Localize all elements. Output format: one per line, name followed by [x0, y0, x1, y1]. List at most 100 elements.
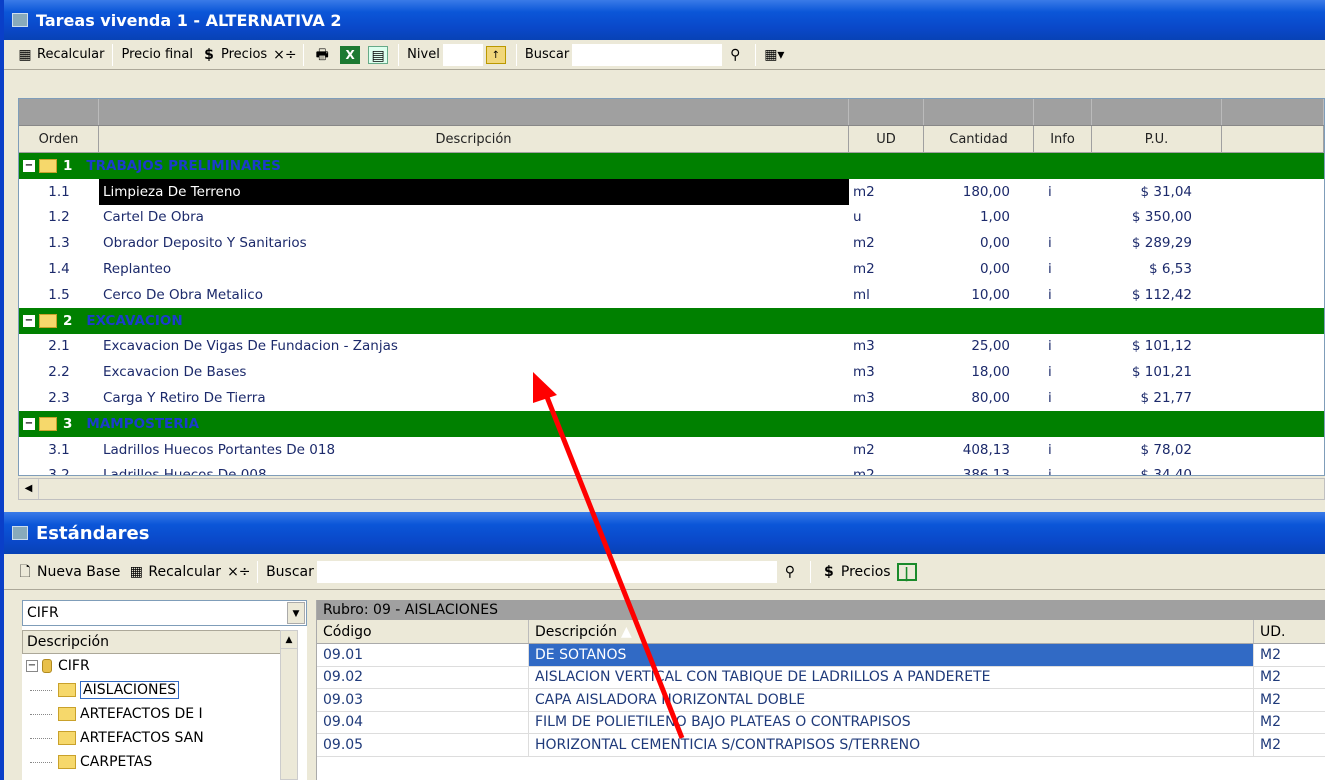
- tree-root[interactable]: − CIFR: [22, 654, 307, 678]
- info-cell[interactable]: [1034, 205, 1092, 231]
- tree-node[interactable]: AISLACIONES: [22, 678, 307, 702]
- precios-button[interactable]: $ Precios: [816, 560, 894, 584]
- buscar-input[interactable]: [316, 560, 777, 583]
- buscar-input[interactable]: [572, 43, 723, 66]
- orden-cell: 1.1: [48, 183, 70, 200]
- operations-button[interactable]: ×÷: [224, 560, 252, 584]
- collapse-icon[interactable]: −: [23, 159, 35, 172]
- table-row[interactable]: 09.04 FILM DE POLIETILENO BAJO PLATEAS O …: [317, 711, 1325, 734]
- export-button[interactable]: ▤: [365, 43, 393, 67]
- descripcion-cell[interactable]: Replanteo: [99, 256, 849, 282]
- excel-button[interactable]: X: [337, 43, 365, 67]
- vertical-scrollbar[interactable]: ▲: [280, 630, 298, 780]
- estandares-toolbar: 🗋 Nueva Base ▦ Recalcular ×÷ Buscar ⚲ $ …: [4, 554, 1325, 590]
- descripcion-cell[interactable]: Obrador Deposito Y Sanitarios: [99, 230, 849, 256]
- info-cell[interactable]: i: [1034, 256, 1092, 282]
- table-row[interactable]: 3.1 Ladrillos Huecos Portantes De 018 m2 40…: [19, 437, 1324, 463]
- tree-node[interactable]: ARTEFACTOS DE I: [22, 702, 307, 726]
- descripcion-cell[interactable]: FILM DE POLIETILENO BAJO PLATEAS O CONTR…: [529, 711, 1254, 733]
- find-button[interactable]: ⚲: [777, 560, 805, 584]
- col-cantidad[interactable]: Cantidad: [924, 126, 1034, 152]
- descripcion-cell[interactable]: HORIZONTAL CEMENTICIA S/CONTRAPISOS S/TE…: [529, 734, 1254, 756]
- descripcion-cell[interactable]: Cerco De Obra Metalico: [99, 282, 849, 308]
- nueva-base-button[interactable]: 🗋 Nueva Base: [12, 560, 123, 584]
- codigo-cell: 09.01: [317, 644, 529, 666]
- info-cell[interactable]: i: [1034, 359, 1092, 385]
- group-row[interactable]: − 1 TRABAJOS PRELIMINARES: [19, 153, 1324, 179]
- collapse-icon[interactable]: −: [23, 417, 35, 430]
- col-ud[interactable]: UD.: [1254, 620, 1325, 643]
- descripcion-cell[interactable]: CAPA AISLADORA HORIZONTAL DOBLE: [529, 689, 1254, 711]
- col-codigo[interactable]: Código: [317, 620, 529, 643]
- printer-icon: 🖶: [315, 46, 329, 63]
- precio-final-button[interactable]: Precio final: [118, 43, 196, 67]
- col-descripcion[interactable]: Descripción ▲: [529, 620, 1254, 643]
- level-up-button[interactable]: ↑: [483, 43, 511, 67]
- info-cell[interactable]: i: [1034, 463, 1092, 475]
- descripcion-cell[interactable]: Limpieza De Terreno: [99, 178, 849, 205]
- group-row[interactable]: − 3 MAMPOSTERIA: [19, 410, 1324, 437]
- ud-cell: m2: [853, 467, 875, 476]
- info-cell[interactable]: i: [1034, 385, 1092, 411]
- database-combo[interactable]: CIFR ▼: [22, 600, 307, 626]
- info-cell[interactable]: i: [1034, 437, 1092, 463]
- table-row[interactable]: 2.3 Carga Y Retiro De Tierra m3 80,00 i $ 21,…: [19, 385, 1324, 411]
- table-row[interactable]: 09.03 CAPA AISLADORA HORIZONTAL DOBLE M2: [317, 689, 1325, 712]
- chevron-down-icon[interactable]: ▼: [287, 602, 305, 624]
- estandares-titlebar[interactable]: Estándares: [4, 512, 1325, 554]
- col-pu[interactable]: P.U.: [1092, 126, 1222, 152]
- tree-line: [30, 713, 52, 715]
- pu-cell: $ 289,29: [1131, 235, 1192, 252]
- table-row[interactable]: 1.5 Cerco De Obra Metalico ml 10,00 i $ 112,4…: [19, 282, 1324, 308]
- print-button[interactable]: 🖶: [309, 43, 337, 67]
- precios-button[interactable]: $ Precios: [196, 43, 270, 67]
- info-cell[interactable]: i: [1034, 230, 1092, 256]
- collapse-icon[interactable]: −: [23, 314, 35, 327]
- descripcion-cell[interactable]: DE SOTANOS: [529, 644, 1254, 666]
- table-row[interactable]: 09.02 AISLACION VERTICAL CON TABIQUE DE L…: [317, 666, 1325, 689]
- columns-button[interactable]: ▦▾: [761, 43, 789, 67]
- collapse-icon[interactable]: −: [26, 660, 38, 672]
- tree-line: [30, 689, 52, 691]
- tree-header[interactable]: Descripción: [22, 630, 290, 654]
- descripcion-cell[interactable]: Ladrillos Huecos Portantes De 018: [99, 437, 849, 463]
- toggle-button[interactable]: |: [894, 560, 922, 584]
- table-row[interactable]: 1.2 Cartel De Obra u 1,00 $ 350,00: [19, 205, 1324, 231]
- col-orden[interactable]: Orden: [19, 126, 99, 152]
- scroll-left-icon[interactable]: ◀: [19, 479, 39, 499]
- table-row[interactable]: 1.1 Limpieza De Terreno m2 180,00 i $ 31,04: [19, 178, 1324, 205]
- descripcion-cell[interactable]: Carga Y Retiro De Tierra: [99, 385, 849, 411]
- col-info[interactable]: Info: [1034, 126, 1092, 152]
- recalcular-button[interactable]: ▦ Recalcular: [12, 43, 107, 67]
- descripcion-cell[interactable]: Cartel De Obra: [99, 205, 849, 231]
- descripcion-cell[interactable]: AISLACION VERTICAL CON TABIQUE DE LADRIL…: [529, 666, 1254, 688]
- recalcular-button[interactable]: ▦ Recalcular: [123, 560, 224, 584]
- tree-node[interactable]: ARTEFACTOS SAN: [22, 726, 307, 750]
- col-ud[interactable]: UD: [849, 126, 924, 152]
- info-cell[interactable]: i: [1034, 179, 1092, 205]
- scroll-up-icon[interactable]: ▲: [281, 631, 297, 649]
- horizontal-scrollbar[interactable]: ◀: [18, 478, 1325, 500]
- table-row[interactable]: 1.4 Replanteo m2 0,00 i $ 6,53: [19, 256, 1324, 282]
- filler-cell: [1222, 463, 1324, 475]
- descripcion-cell[interactable]: Excavacion De Bases: [99, 359, 849, 385]
- table-row[interactable]: 09.05 HORIZONTAL CEMENTICIA S/CONTRAPISOS…: [317, 734, 1325, 757]
- info-cell[interactable]: i: [1034, 334, 1092, 360]
- table-row[interactable]: 2.1 Excavacion De Vigas De Fundacion - Za…: [19, 334, 1324, 360]
- operations-button[interactable]: ×÷: [270, 43, 298, 67]
- col-descripcion[interactable]: Descripción: [99, 126, 849, 152]
- info-cell[interactable]: i: [1034, 282, 1092, 308]
- table-row[interactable]: 1.3 Obrador Deposito Y Sanitarios m2 0,00 i $…: [19, 230, 1324, 256]
- ud-cell: M2: [1254, 689, 1325, 711]
- table-row[interactable]: 2.2 Excavacion De Bases m3 18,00 i $ 101,21: [19, 359, 1324, 385]
- tree-node[interactable]: CARPETAS: [22, 750, 307, 774]
- nivel-input[interactable]: [442, 43, 483, 66]
- group-row[interactable]: − 2 EXCAVACION: [19, 307, 1324, 334]
- find-button[interactable]: ⚲: [722, 43, 750, 67]
- table-row[interactable]: 3.2 Ladrillos Huecos De 008 m2 386,13 i $ 34,…: [19, 463, 1324, 476]
- table-row[interactable]: 09.01 DE SOTANOS M2: [317, 644, 1325, 667]
- tareas-titlebar[interactable]: Tareas vivenda 1 - ALTERNATIVA 2: [4, 0, 1325, 40]
- toolbar-separator: [112, 43, 114, 66]
- descripcion-cell[interactable]: Ladrillos Huecos De 008: [99, 463, 849, 475]
- descripcion-cell[interactable]: Excavacion De Vigas De Fundacion - Zanja…: [99, 334, 849, 360]
